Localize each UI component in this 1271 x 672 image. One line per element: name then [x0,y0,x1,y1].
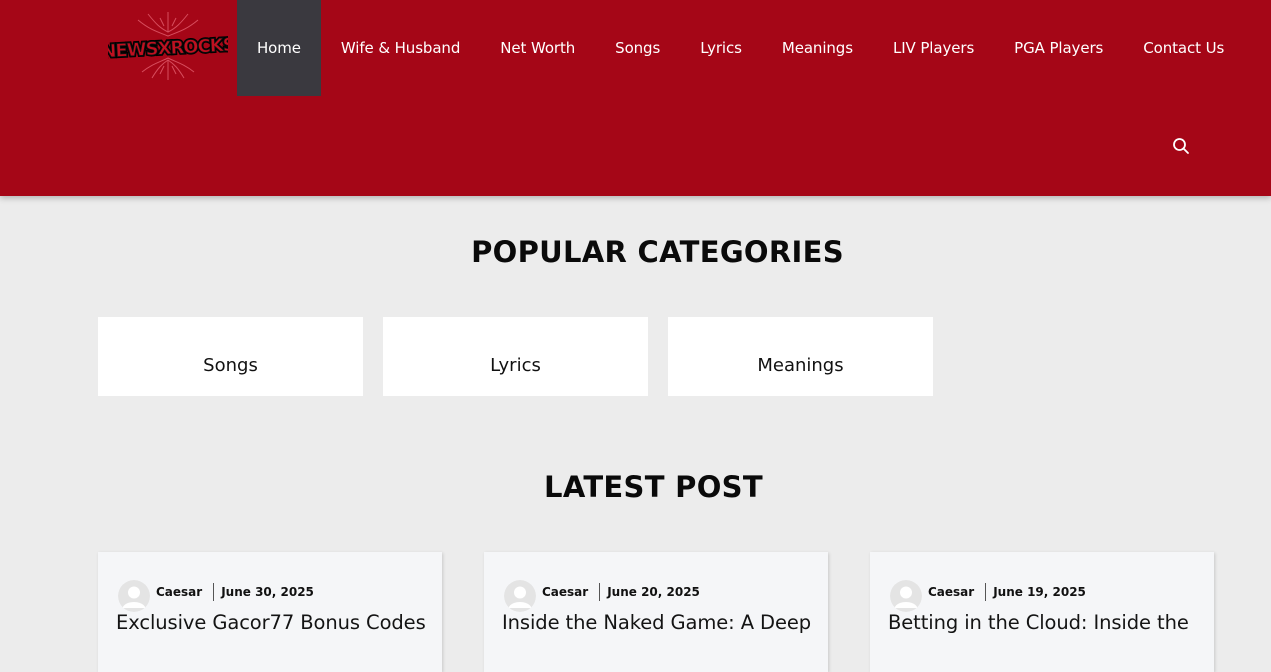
post-card[interactable]: Caesar June 30, 2025 Exclusive Gacor77 Bon… [98,552,442,672]
post-meta: Caesar June 20, 2025 [504,572,700,612]
avatar-icon [118,580,150,612]
author-avatar [504,580,536,612]
meta-divider [213,583,215,601]
post-title[interactable]: Exclusive Gacor77 Bonus Codes [116,611,426,634]
category-card-lyrics[interactable]: Lyrics [383,317,648,396]
meta-divider [985,583,987,601]
nav-item-wife-husband[interactable]: Wife & Husband [321,0,480,96]
post-date: June 19, 2025 [993,585,1086,599]
category-card-meanings[interactable]: Meanings [668,317,933,396]
latest-post-list: Caesar June 30, 2025 Exclusive Gacor77 Bon… [98,552,1214,672]
post-date: June 20, 2025 [607,585,700,599]
latest-post-title: LATEST POST [544,470,763,504]
site-header: NEWSXROCKS NEWSXROCKS Home Wife & Husband… [0,0,1271,196]
category-card-songs[interactable]: Songs [98,317,363,396]
post-author[interactable]: Caesar [542,585,588,599]
post-author[interactable]: Caesar [156,585,202,599]
search-button[interactable] [1171,136,1191,156]
post-meta: Caesar June 19, 2025 [890,572,1086,612]
author-avatar [890,580,922,612]
site-logo[interactable]: NEWSXROCKS NEWSXROCKS [108,10,228,82]
post-author[interactable]: Caesar [928,585,974,599]
avatar-icon [890,580,922,612]
search-icon [1173,138,1189,154]
nav-item-pga-players[interactable]: PGA Players [994,0,1123,96]
logo-graphic: NEWSXROCKS NEWSXROCKS [108,12,228,80]
main-navigation: Home Wife & Husband Net Worth Songs Lyrics Me… [237,0,1244,96]
author-avatar [118,580,150,612]
nav-item-lyrics[interactable]: Lyrics [680,0,762,96]
nav-item-contact-us[interactable]: Contact Us [1123,0,1244,96]
nav-item-meanings[interactable]: Meanings [762,0,873,96]
nav-item-net-worth[interactable]: Net Worth [480,0,595,96]
post-title[interactable]: Betting in the Cloud: Inside the [888,611,1189,634]
avatar-icon [504,580,536,612]
post-card[interactable]: Caesar June 20, 2025 Inside the Naked Game… [484,552,828,672]
category-list: Songs Lyrics Meanings [98,317,933,396]
nav-item-songs[interactable]: Songs [595,0,680,96]
post-meta: Caesar June 30, 2025 [118,572,314,612]
post-title[interactable]: Inside the Naked Game: A Deep [502,611,811,634]
post-date: June 30, 2025 [221,585,314,599]
meta-divider [599,583,601,601]
nav-item-liv-players[interactable]: LIV Players [873,0,994,96]
post-card[interactable]: Caesar June 19, 2025 Betting in the Cloud:… [870,552,1214,672]
popular-categories-title: POPULAR CATEGORIES [471,235,844,269]
svg-text:NEWSXROCKS: NEWSXROCKS [108,35,228,63]
nav-item-home[interactable]: Home [237,0,321,96]
